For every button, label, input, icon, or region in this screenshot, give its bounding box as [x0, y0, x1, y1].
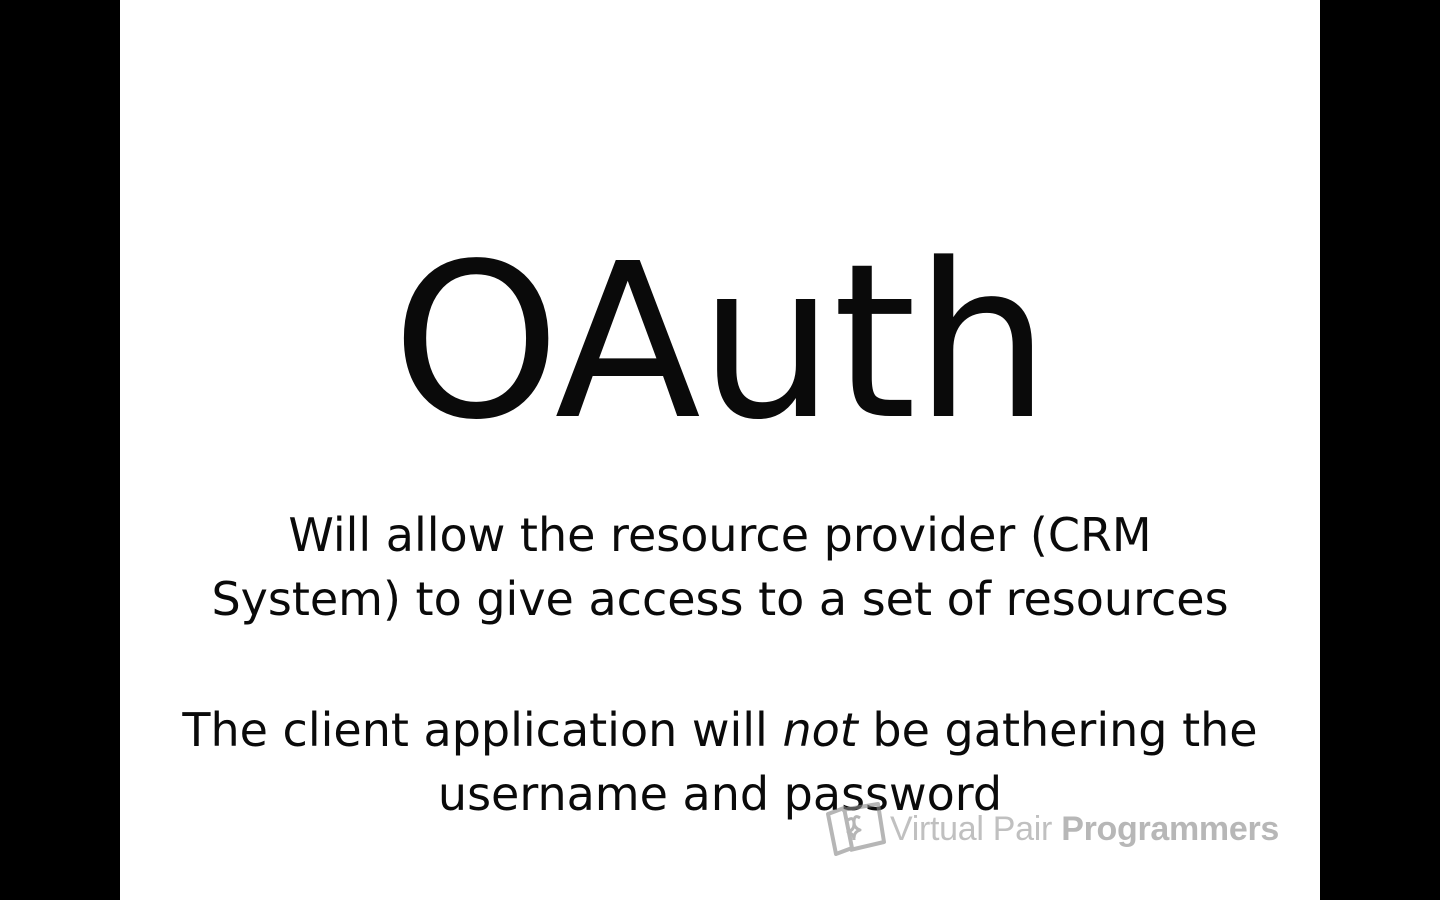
paragraph-1-line-1: Will allow the resource provider (CRM — [288, 508, 1152, 562]
presentation-slide: OAuth Will allow the resource provider (… — [120, 0, 1320, 900]
paragraph-2-emphasis: not — [782, 703, 858, 757]
video-viewport: OAuth Will allow the resource provider (… — [0, 0, 1440, 900]
slide-paragraph-client-application: The client application will not be gathe… — [120, 698, 1320, 826]
slide-paragraph-resource-provider: Will allow the resource provider (CRM Sy… — [120, 503, 1320, 631]
paragraph-2-line-1-start: The client application will — [182, 703, 783, 757]
paragraph-2-line-1-end: be gathering the — [857, 703, 1258, 757]
paragraph-2-line-2: username and password — [437, 767, 1003, 821]
paragraph-2-line-1: The client application will not be gathe… — [120, 698, 1320, 762]
slide-title: OAuth — [391, 218, 1050, 467]
paragraph-1-line-2: System) to give access to a set of resou… — [211, 572, 1229, 626]
